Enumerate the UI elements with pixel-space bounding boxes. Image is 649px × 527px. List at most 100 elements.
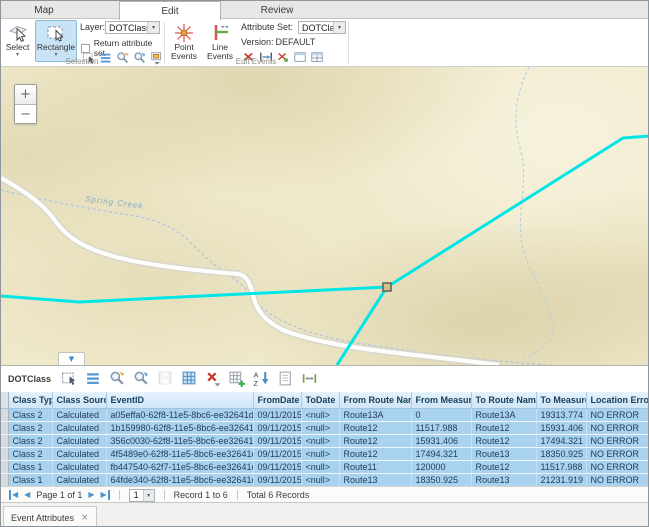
table-cell: Route11 [339, 460, 411, 473]
zoom-out-button[interactable]: − [15, 104, 36, 123]
zoom-to-record-icon[interactable] [109, 370, 126, 387]
table-cell: Calculated [52, 447, 106, 460]
map-canvas[interactable]: Spring Creek + − ▼ [1, 67, 649, 365]
row-selector-gutter[interactable] [1, 473, 8, 486]
previous-page-button[interactable]: ◀ [24, 490, 30, 500]
column-header[interactable]: EventID [106, 392, 253, 408]
table-cell: <null> [301, 460, 339, 473]
last-page-button[interactable]: ▶ [101, 490, 110, 500]
list-icon[interactable] [85, 370, 102, 387]
table-row[interactable]: Class 2Calculated1b159980-62f8-11e5-8bc6… [1, 421, 648, 434]
row-selector-gutter[interactable] [1, 460, 8, 473]
table-cell: Calculated [52, 434, 106, 447]
table-row[interactable]: Class 1Calculatedfb447540-62f7-11e5-8bc6… [1, 460, 648, 473]
table-cell: <null> [301, 447, 339, 460]
column-header[interactable]: To Measure [536, 392, 586, 408]
table-cell: NO ERROR [586, 434, 648, 447]
table-cell: Class 2 [8, 421, 52, 434]
chevron-down-icon[interactable]: ▾ [147, 22, 159, 33]
panel-toolbar: DOTClass AZ [1, 366, 649, 391]
table-cell: Calculated [52, 421, 106, 434]
ribbon-tabstrip: Map Edit Review [1, 1, 648, 19]
layer-dropdown[interactable]: DOTClass ▾ [105, 21, 160, 34]
divider [119, 490, 120, 500]
sort-icon[interactable]: AZ [253, 370, 270, 387]
row-selector-gutter[interactable] [1, 408, 8, 421]
measure-view-icon[interactable] [301, 370, 318, 387]
attribute-grid-icon[interactable] [181, 370, 198, 387]
table-cell: <null> [301, 421, 339, 434]
table-row[interactable]: Class 2Calculated4f5489e0-62f8-11e5-8bc6… [1, 447, 648, 460]
table-cell: 64fde340-62f8-11e5-8bc6-ee32641d5ec9 [106, 473, 253, 486]
column-header[interactable]: ToDate [301, 392, 339, 408]
column-header[interactable]: From Measure [411, 392, 471, 408]
row-selector-gutter[interactable] [1, 447, 8, 460]
zoom-in-button[interactable]: + [15, 85, 36, 104]
row-selector-gutter[interactable] [1, 421, 8, 434]
tab-review[interactable]: Review [237, 1, 317, 19]
delete-record-icon[interactable] [205, 370, 222, 387]
table-cell: Calculated [52, 408, 106, 421]
edit-events-group: Point Events Line Events Attribute Set: … [165, 19, 347, 67]
row-selector-gutter[interactable] [1, 392, 8, 408]
column-header[interactable]: Class Type [8, 392, 52, 408]
table-cell: Route13A [339, 408, 411, 421]
pagination-bar: ◀ ◀ Page 1 of 1 ▶ ▶ 1 ▾ Record 1 to 6 To… [1, 486, 649, 503]
tab-event-attributes[interactable]: Event Attributes × [3, 506, 97, 527]
selection-group: Select ▾ Rectangle ▾ Layer: DOTClass ▾ [1, 19, 163, 67]
table-cell: Class 2 [8, 408, 52, 421]
point-events-button[interactable]: Point Events [167, 20, 201, 62]
table-cell: 18350.925 [536, 447, 586, 460]
close-icon[interactable]: × [81, 513, 89, 523]
panel-collapse-tab[interactable]: ▼ [58, 352, 85, 365]
add-record-icon[interactable] [229, 370, 246, 387]
route-junction-marker[interactable] [383, 283, 391, 291]
table-cell: Calculated [52, 473, 106, 486]
table-row[interactable]: Class 2Calculated356c0030-62f8-11e5-8bc6… [1, 434, 648, 447]
table-cell: Class 2 [8, 434, 52, 447]
divider [164, 490, 165, 500]
first-page-button[interactable]: ◀ [9, 490, 18, 500]
table-cell: Class 2 [8, 447, 52, 460]
table-cell: Route12 [339, 421, 411, 434]
tab-edit[interactable]: Edit [119, 1, 221, 20]
column-header[interactable]: Location Error [586, 392, 648, 408]
table-cell: NO ERROR [586, 421, 648, 434]
table-cell: 11517.988 [411, 421, 471, 434]
select-records-icon[interactable] [61, 370, 78, 387]
table-cell: Class 1 [8, 473, 52, 486]
table-cell: 19313.774 [536, 408, 586, 421]
column-header[interactable]: From Route Name [339, 392, 411, 408]
column-header[interactable]: Class Source [52, 392, 106, 408]
form-view-icon[interactable] [277, 370, 294, 387]
column-header[interactable]: FromDate [253, 392, 301, 408]
table-cell: 09/11/2015 [253, 434, 301, 447]
table-cell: 09/11/2015 [253, 447, 301, 460]
tab-map[interactable]: Map [13, 1, 75, 19]
save-icon[interactable] [157, 370, 174, 387]
table-cell: <null> [301, 434, 339, 447]
table-cell: a05effa0-62f8-11e5-8bc6-ee32641d5ec9 [106, 408, 253, 421]
page-number-dropdown[interactable]: 1 ▾ [129, 489, 155, 502]
table-row[interactable]: Class 1Calculated64fde340-62f8-11e5-8bc6… [1, 473, 648, 486]
route-event-line[interactable] [1, 136, 649, 302]
app-window: Map Edit Review Select ▾ [0, 0, 649, 527]
select-tool-button[interactable]: Select ▾ [2, 20, 33, 62]
event-attributes-panel: DOTClass AZ Class TypeClass SourceEventI… [1, 365, 649, 502]
table-row[interactable]: Class 2Calculateda05effa0-62f8-11e5-8bc6… [1, 408, 648, 421]
table-cell: <null> [301, 473, 339, 486]
pan-to-record-icon[interactable] [133, 370, 150, 387]
table-cell: 09/11/2015 [253, 473, 301, 486]
table-cell: NO ERROR [586, 473, 648, 486]
chevron-down-icon[interactable]: ▾ [143, 490, 154, 501]
panel-title: DOTClass [8, 374, 51, 384]
chevron-down-icon[interactable]: ▾ [333, 22, 345, 33]
line-events-button[interactable]: Line Events [203, 20, 237, 62]
table-cell: 18350.925 [411, 473, 471, 486]
column-header[interactable]: To Route Name [471, 392, 536, 408]
attribute-set-dropdown[interactable]: DOTClass ▾ [298, 21, 346, 34]
next-page-button[interactable]: ▶ [88, 490, 94, 500]
rectangle-tool-button[interactable]: Rectangle ▾ [35, 20, 77, 62]
records-table: Class TypeClass SourceEventIDFromDateToD… [1, 392, 649, 486]
row-selector-gutter[interactable] [1, 434, 8, 447]
